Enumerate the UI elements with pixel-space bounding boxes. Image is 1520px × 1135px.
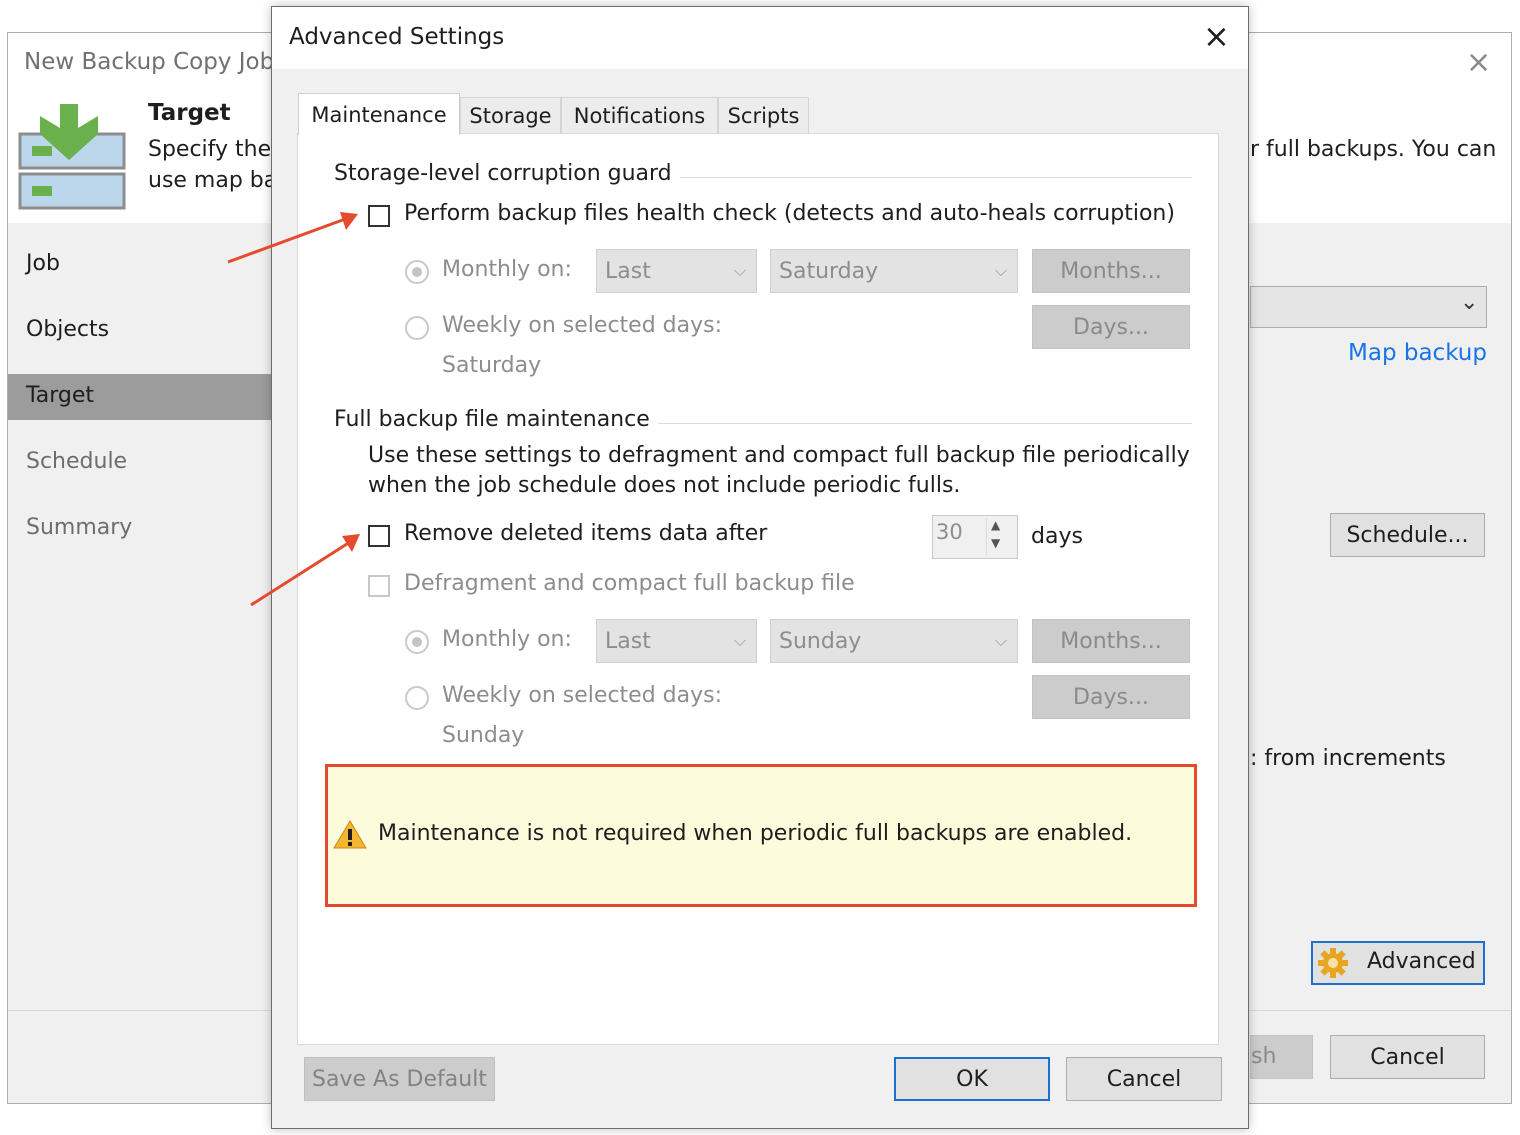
backup-repository-combo[interactable] <box>1250 286 1487 328</box>
step-description-line2: use map ba <box>148 168 273 193</box>
defrag-weekly-label: Weekly on selected days: <box>442 683 722 708</box>
chevron-down-icon: ⌵ <box>994 261 1007 280</box>
dialog-title: Advanced Settings <box>289 24 505 50</box>
chevron-down-icon: ⌵ <box>733 631 746 650</box>
step-description-line1: Specify the t <box>148 137 273 162</box>
health-check-checkbox[interactable] <box>368 205 390 227</box>
warning-icon <box>333 820 367 849</box>
advanced-button[interactable]: Advanced <box>1311 941 1485 985</box>
tab-scripts[interactable]: Scripts <box>718 97 809 133</box>
health-monthly-radio[interactable] <box>405 260 429 284</box>
full-maintenance-description-line1: Use these settings to defragment and com… <box>368 443 1190 468</box>
defrag-weekly-radio[interactable] <box>405 686 429 710</box>
defragment-label[interactable]: Defragment and compact full backup file <box>404 571 855 596</box>
group-divider <box>660 177 1192 178</box>
nav-item-schedule[interactable]: Schedule <box>26 449 127 474</box>
nav-item-objects[interactable]: Objects <box>26 317 109 342</box>
health-monthly-when-value: Last <box>605 258 651 284</box>
nav-item-job[interactable]: Job <box>26 251 60 276</box>
full-maintenance-group-label: Full backup file maintenance <box>334 407 658 432</box>
remove-deleted-checkbox[interactable] <box>368 525 390 547</box>
wizard-cancel-button[interactable]: Cancel <box>1330 1035 1485 1079</box>
step-heading: Target <box>148 100 231 126</box>
from-increments-text: : from increments <box>1250 746 1446 771</box>
wizard-close-icon[interactable]: × <box>1466 48 1491 78</box>
remove-deleted-label[interactable]: Remove deleted items data after <box>404 521 767 546</box>
defrag-monthly-when-value: Last <box>605 628 651 654</box>
tab-storage[interactable]: Storage <box>460 97 561 133</box>
annotation-arrow-icon <box>250 534 360 607</box>
advanced-button-label: Advanced <box>1367 949 1476 974</box>
health-monthly-when-select[interactable]: Last ⌵ <box>596 249 757 293</box>
health-weekly-days-value: Saturday <box>442 353 542 378</box>
chevron-down-icon: ⌄ <box>1460 290 1479 315</box>
step-description-continued: r full backups. You can <box>1250 137 1497 162</box>
full-maintenance-description-line2: when the job schedule does not include p… <box>368 473 961 498</box>
health-monthly-label: Monthly on: <box>442 257 572 282</box>
nav-item-target[interactable]: Target <box>26 383 94 408</box>
schedule-button[interactable]: Schedule... <box>1330 513 1485 557</box>
ok-button[interactable]: OK <box>894 1057 1050 1101</box>
annotation-arrow-icon <box>227 212 358 264</box>
dialog-cancel-button[interactable]: Cancel <box>1066 1057 1222 1101</box>
health-check-label[interactable]: Perform backup files health check (detec… <box>404 201 1175 226</box>
health-days-button[interactable]: Days... <box>1032 305 1190 349</box>
defrag-weekly-days-value: Sunday <box>442 723 525 748</box>
finish-button[interactable]: sh <box>1250 1035 1313 1079</box>
health-months-button[interactable]: Months... <box>1032 249 1190 293</box>
defragment-checkbox[interactable] <box>368 575 390 597</box>
tab-maintenance[interactable]: Maintenance <box>298 93 460 135</box>
remove-days-value[interactable]: 30 <box>936 520 963 544</box>
defrag-monthly-day-select[interactable]: Sunday ⌵ <box>770 619 1018 663</box>
corruption-guard-group-label: Storage-level corruption guard <box>334 161 680 186</box>
defrag-monthly-label: Monthly on: <box>442 627 572 652</box>
health-monthly-day-value: Saturday <box>779 258 879 284</box>
save-as-default-button[interactable]: Save As Default <box>304 1057 495 1101</box>
days-unit-label: days <box>1031 524 1083 549</box>
target-step-icon <box>18 104 126 210</box>
chevron-down-icon: ⌵ <box>733 261 746 280</box>
warning-text: Maintenance is not required when periodi… <box>378 821 1133 846</box>
defrag-months-button[interactable]: Months... <box>1032 619 1190 663</box>
health-weekly-radio[interactable] <box>405 316 429 340</box>
health-monthly-day-select[interactable]: Saturday ⌵ <box>770 249 1018 293</box>
defrag-days-button[interactable]: Days... <box>1032 675 1190 719</box>
stepper-up-icon[interactable]: ▲ <box>991 518 1000 532</box>
finish-button-label: sh <box>1251 1044 1277 1069</box>
tab-notifications[interactable]: Notifications <box>561 97 718 133</box>
defrag-monthly-when-select[interactable]: Last ⌵ <box>596 619 757 663</box>
defrag-monthly-day-value: Sunday <box>779 628 862 654</box>
map-backup-link[interactable]: Map backup <box>1348 340 1487 366</box>
wizard-nav <box>8 224 272 1011</box>
wizard-title: New Backup Copy Job <box>24 49 275 75</box>
nav-item-summary[interactable]: Summary <box>26 515 132 540</box>
stepper-down-icon[interactable]: ▼ <box>991 536 1000 550</box>
group-divider <box>644 423 1192 424</box>
defrag-monthly-radio[interactable] <box>405 630 429 654</box>
chevron-down-icon: ⌵ <box>994 631 1007 650</box>
gear-icon <box>1318 948 1348 978</box>
dialog-close-icon[interactable]: × <box>1203 20 1230 52</box>
health-weekly-label: Weekly on selected days: <box>442 313 722 338</box>
